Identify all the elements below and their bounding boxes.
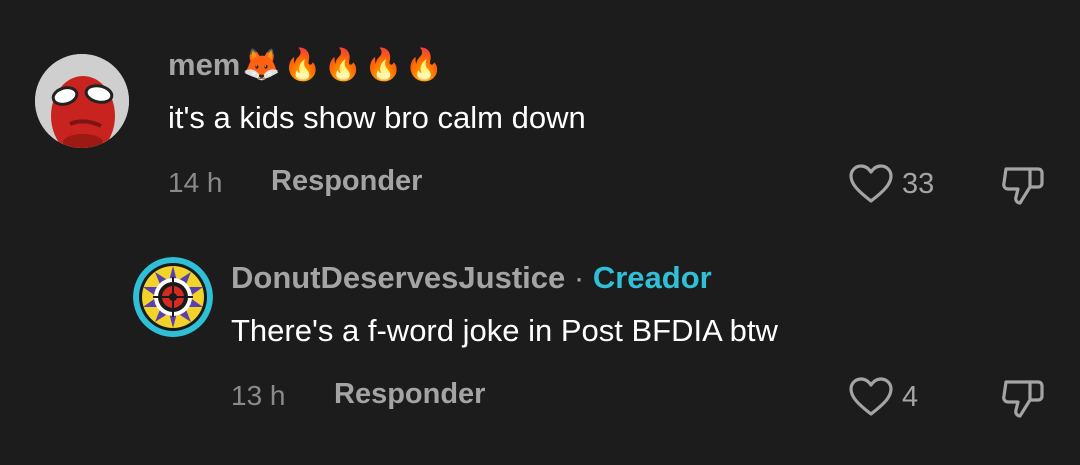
heart-icon — [849, 377, 893, 416]
spiderman-avatar-icon — [35, 54, 129, 148]
comment-username[interactable]: mem🦊🔥🔥🔥🔥 — [168, 46, 445, 83]
reply-button[interactable]: Responder — [271, 165, 422, 198]
comment-item: mem🦊🔥🔥🔥🔥 it's a kids show bro calm down … — [0, 0, 1080, 230]
thumbs-down-icon — [1002, 380, 1044, 418]
username-text: DonutDeservesJustice — [231, 260, 566, 295]
dislike-button[interactable] — [1000, 163, 1046, 212]
dislike-button[interactable] — [1000, 376, 1046, 425]
like-button[interactable]: 4 — [848, 376, 918, 418]
comment-text: it's a kids show bro calm down — [168, 100, 586, 135]
comment-timestamp: 14 h — [168, 167, 223, 198]
reply-comment-item: DonutDeservesJustice · Creador There's a… — [0, 230, 1080, 465]
creator-badge: Creador — [592, 260, 712, 295]
reply-button[interactable]: Responder — [334, 378, 485, 411]
heart-icon — [849, 164, 893, 203]
like-count: 33 — [902, 167, 935, 200]
separator-dot: · — [573, 260, 585, 295]
comment-timestamp: 13 h — [231, 380, 286, 411]
like-count: 4 — [902, 380, 919, 413]
avatar[interactable] — [35, 54, 129, 148]
comment-username[interactable]: DonutDeservesJustice · Creador — [231, 260, 712, 296]
comment-text: There's a f-word joke in Post BFDIA btw — [231, 313, 778, 348]
username-text: mem — [168, 47, 241, 82]
thumbs-down-icon — [1002, 167, 1044, 205]
like-button[interactable]: 33 — [848, 163, 934, 205]
target-avatar-icon — [133, 257, 213, 337]
avatar[interactable] — [133, 257, 213, 337]
emoji-fox-fire-icon: 🦊🔥🔥🔥🔥 — [242, 47, 446, 82]
